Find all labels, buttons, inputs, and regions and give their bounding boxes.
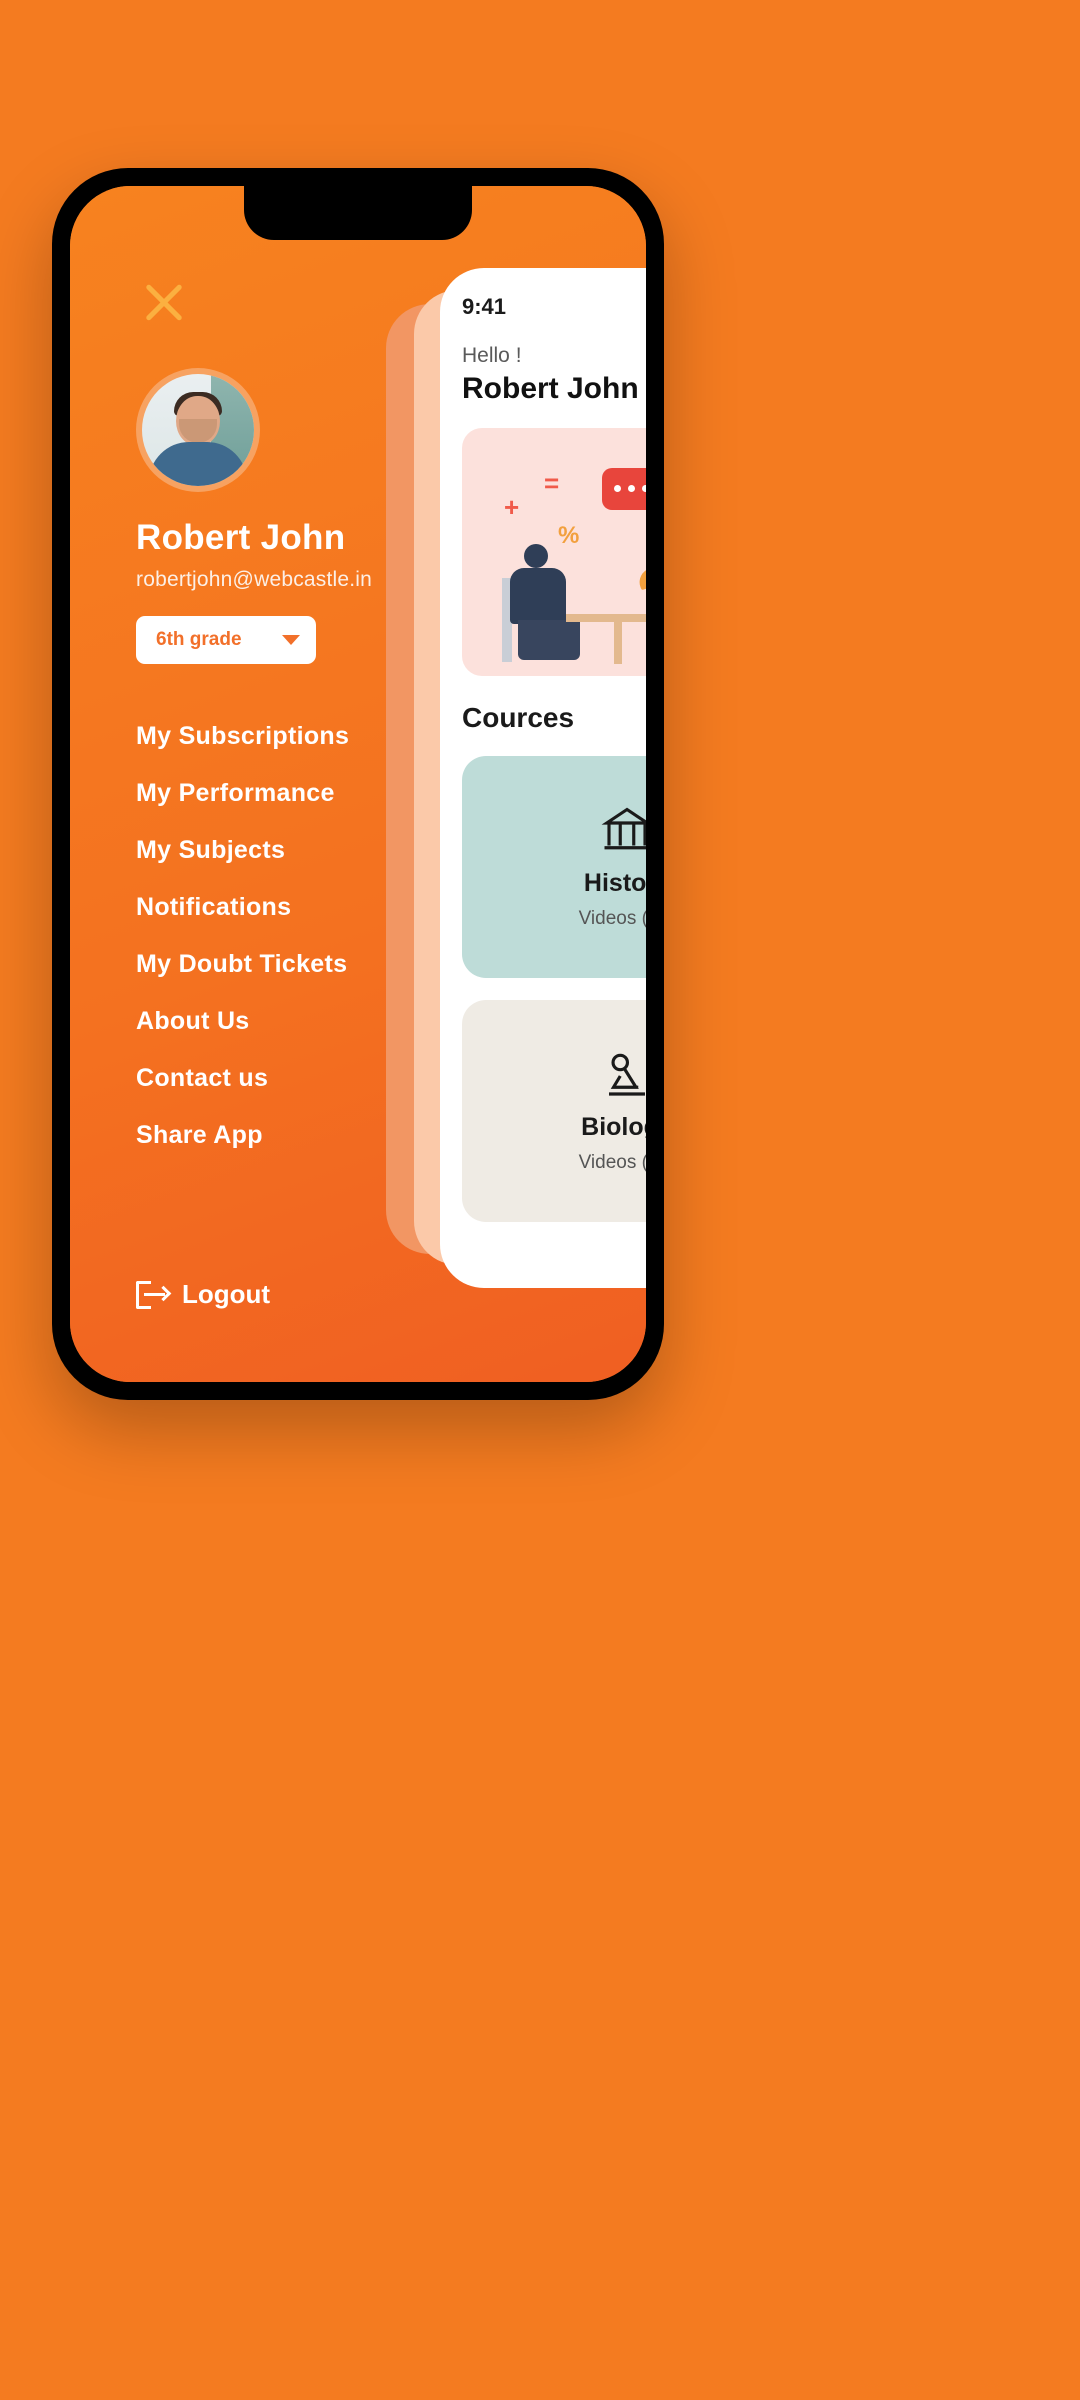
logout-label: Logout bbox=[182, 1279, 271, 1309]
person-head-shape bbox=[524, 544, 548, 568]
course-meta: Videos (13) bbox=[578, 907, 646, 929]
chevron-down-icon bbox=[282, 635, 300, 645]
grade-select[interactable]: 6th grade bbox=[136, 616, 316, 664]
percent-symbol-icon: % bbox=[558, 522, 580, 549]
grade-select-value: 6th grade bbox=[156, 629, 242, 650]
phone-frame: Robert John robertjohn@webcastle.in 6th … bbox=[52, 168, 664, 1400]
lamp-icon bbox=[635, 563, 646, 591]
person-legs-shape bbox=[518, 620, 580, 660]
promo-banner[interactable]: + = % bbox=[462, 428, 646, 676]
greeting-name: Robert John bbox=[462, 372, 639, 405]
status-bar-time: 9:41 bbox=[462, 294, 507, 319]
desk-shape bbox=[566, 614, 646, 622]
equals-symbol-icon: = bbox=[544, 468, 560, 498]
logout-button[interactable]: Logout bbox=[136, 1279, 270, 1310]
close-x-icon[interactable] bbox=[136, 274, 192, 330]
phone-screen: Robert John robertjohn@webcastle.in 6th … bbox=[70, 186, 646, 1382]
logout-exit-icon bbox=[136, 1280, 172, 1309]
greeting-label: Hello ! bbox=[462, 344, 522, 367]
plus-symbol-icon: + bbox=[504, 492, 520, 522]
course-card-biology[interactable]: Biology Videos (13) bbox=[462, 1000, 646, 1222]
course-name: History bbox=[583, 868, 646, 897]
course-meta: Videos (13) bbox=[578, 1151, 646, 1173]
course-card-history[interactable]: History Videos (13) bbox=[462, 756, 646, 978]
avatar[interactable] bbox=[136, 368, 260, 492]
course-name: Biology bbox=[581, 1112, 646, 1141]
phone-notch bbox=[244, 186, 472, 240]
screenshot-canvas: Robert John robertjohn@webcastle.in 6th … bbox=[0, 0, 1080, 2400]
person-body-shape bbox=[510, 568, 566, 624]
page-title: Cources bbox=[462, 702, 575, 733]
home-panel-stack: 9:41 Hello ! Robert John + = % Cources H… bbox=[378, 268, 646, 1298]
chat-bubble-icon bbox=[602, 468, 646, 510]
avatar-photo bbox=[142, 374, 254, 486]
home-screen-panel[interactable]: 9:41 Hello ! Robert John + = % Cources H… bbox=[440, 268, 646, 1288]
desk-leg-shape bbox=[614, 622, 622, 664]
pillar-icon bbox=[601, 807, 646, 849]
microscope-icon bbox=[609, 1053, 645, 1096]
